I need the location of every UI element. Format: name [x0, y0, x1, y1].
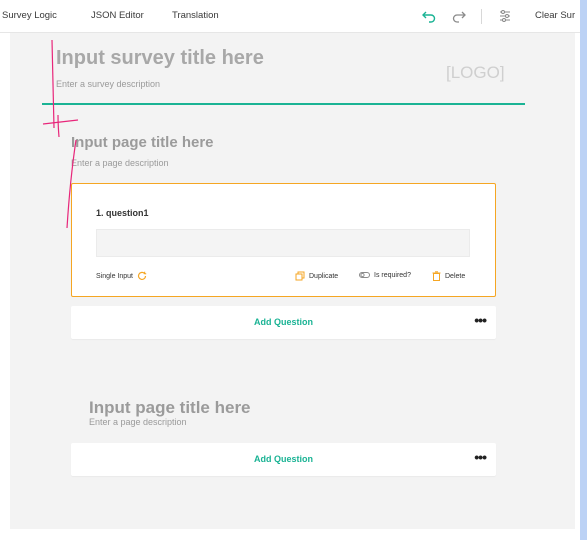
- page-title[interactable]: Input page title here: [71, 134, 214, 151]
- tab-json-editor[interactable]: JSON Editor: [91, 10, 144, 21]
- survey-description[interactable]: Enter a survey description: [56, 79, 160, 89]
- survey-title[interactable]: Input survey title here: [56, 47, 264, 70]
- more-dots-icon[interactable]: •••: [474, 450, 487, 464]
- is-required-label: Is required?: [374, 271, 411, 279]
- logo-placeholder[interactable]: [LOGO]: [446, 63, 505, 83]
- question-text-input[interactable]: [96, 229, 470, 257]
- tab-translation[interactable]: Translation: [172, 10, 219, 21]
- more-dots-icon[interactable]: •••: [474, 313, 487, 327]
- vertical-scrollbar[interactable]: [580, 0, 587, 540]
- toggle-icon: [359, 271, 370, 279]
- question-card[interactable]: 1. question1 Single Input Duplicate Is r…: [71, 183, 496, 297]
- add-question-button[interactable]: Add Question: [71, 317, 496, 327]
- duplicate-label: Duplicate: [309, 272, 339, 280]
- delete-label: Delete: [445, 272, 466, 280]
- page-description[interactable]: Enter a page description: [71, 158, 169, 168]
- title-divider: [42, 103, 525, 105]
- tab-survey-logic[interactable]: Survey Logic: [2, 10, 57, 21]
- scrollbar-thumb[interactable]: [580, 0, 587, 540]
- undo-icon[interactable]: [421, 8, 437, 24]
- designer-toolbar: Survey Logic JSON Editor Translation Cle…: [0, 0, 580, 33]
- question-title[interactable]: 1. question1: [96, 208, 149, 218]
- add-question-bar: Add Question •••: [71, 306, 496, 339]
- duplicate-button[interactable]: Duplicate: [295, 271, 338, 281]
- question-type-label: Single Input: [96, 272, 133, 280]
- settings-icon[interactable]: [497, 8, 513, 24]
- clear-survey-button[interactable]: Clear Sur: [535, 10, 575, 21]
- toolbar-separator: [481, 9, 482, 24]
- delete-button[interactable]: Delete: [432, 271, 465, 281]
- trash-icon: [432, 271, 441, 281]
- redo-icon[interactable]: [451, 8, 467, 24]
- add-question-bar: Add Question •••: [71, 443, 496, 476]
- is-required-toggle[interactable]: Is required?: [359, 271, 411, 279]
- refresh-icon: [137, 271, 147, 281]
- page-title[interactable]: Input page title here: [89, 398, 251, 418]
- add-question-button[interactable]: Add Question: [71, 454, 496, 464]
- duplicate-icon: [295, 271, 305, 281]
- question-type-button[interactable]: Single Input: [96, 271, 147, 281]
- page-description[interactable]: Enter a page description: [89, 417, 187, 427]
